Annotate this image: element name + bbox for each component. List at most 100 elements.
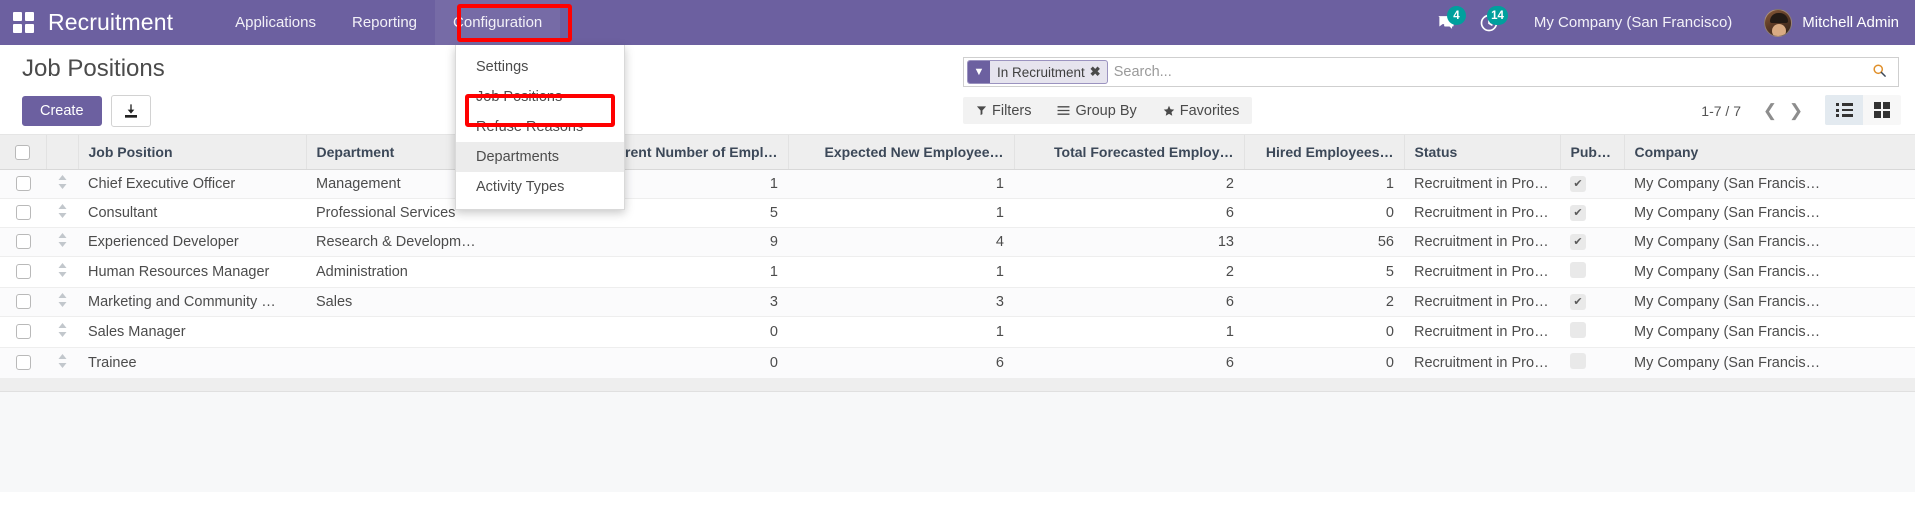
column-header-company[interactable]: Company — [1624, 135, 1915, 170]
cell-total-forecasted-employees: 6 — [1014, 347, 1244, 379]
filters-button[interactable]: Filters — [963, 97, 1044, 124]
cell-published[interactable]: ✔ — [1560, 287, 1624, 317]
chevron-right-icon[interactable]: ❯ — [1783, 98, 1809, 124]
select-all-header[interactable] — [0, 135, 47, 170]
column-header-total-forecasted-employees[interactable]: Total Forecasted Employ… — [1014, 135, 1245, 170]
drag-handle-icon[interactable] — [58, 292, 67, 310]
row-select-cell[interactable] — [0, 287, 46, 317]
row-drag-handle-cell[interactable] — [46, 198, 78, 228]
row-drag-handle-cell[interactable] — [46, 169, 78, 199]
table-row[interactable]: Consultant Professional Services 5 1 6 0 Recru… — [0, 198, 1915, 228]
row-checkbox[interactable] — [15, 355, 31, 371]
row-select-cell[interactable] — [0, 227, 46, 257]
messages-button[interactable]: 4 — [1426, 0, 1468, 45]
drag-handle-icon[interactable] — [58, 203, 67, 221]
cell-published[interactable] — [1560, 256, 1624, 288]
row-drag-handle-cell[interactable] — [46, 347, 78, 379]
table-row[interactable]: Marketing and Community … Sales 3 3 6 2 Recrui… — [0, 287, 1915, 317]
row-select-cell[interactable] — [0, 198, 46, 228]
cell-company: My Company (San Francis… — [1624, 316, 1915, 348]
dropdown-item-activity-types[interactable]: Activity Types — [456, 172, 624, 202]
company-switcher[interactable]: My Company (San Francisco) — [1510, 14, 1750, 31]
create-button[interactable]: Create — [22, 96, 102, 126]
drag-handle-icon[interactable] — [58, 174, 67, 192]
row-checkbox[interactable] — [15, 176, 31, 192]
view-switcher — [1825, 95, 1901, 125]
dropdown-item-departments[interactable]: Departments — [456, 142, 624, 172]
row-drag-handle-cell[interactable] — [46, 256, 78, 288]
dropdown-item-job-positions[interactable]: Job Positions — [456, 82, 624, 112]
column-header-hired-employees[interactable]: Hired Employees… — [1244, 135, 1405, 170]
published-checkbox[interactable] — [1570, 261, 1586, 278]
row-checkbox[interactable] — [15, 264, 31, 280]
cell-job-position: Sales Manager — [78, 316, 306, 348]
apps-grid-icon — [12, 12, 34, 33]
chevron-left-icon[interactable]: ❮ — [1757, 98, 1783, 124]
cell-department — [306, 347, 562, 379]
row-drag-handle-cell[interactable] — [46, 227, 78, 257]
filter-funnel-icon — [976, 106, 987, 116]
column-header-published[interactable]: Publish… — [1560, 135, 1625, 170]
search-input[interactable] — [1107, 64, 1861, 80]
select-all-checkbox[interactable] — [15, 145, 31, 161]
menu-item-reporting[interactable]: Reporting — [334, 0, 435, 45]
menu-item-configuration[interactable]: Configuration — [435, 0, 561, 45]
favorites-label: Favorites — [1179, 102, 1240, 119]
cell-published[interactable] — [1560, 316, 1624, 348]
row-select-cell[interactable] — [0, 169, 46, 199]
row-drag-handle-cell[interactable] — [46, 287, 78, 317]
navbar-right-group: 4 14 My Company (San Francisco) Mitchell… — [1426, 0, 1915, 45]
published-checkbox[interactable]: ✔ — [1570, 204, 1586, 221]
kanban-view-icon[interactable] — [1863, 95, 1901, 125]
cell-published[interactable]: ✔ — [1560, 198, 1624, 228]
cell-company: My Company (San Francis… — [1624, 227, 1915, 257]
drag-handle-icon[interactable] — [58, 353, 67, 371]
row-drag-handle-cell[interactable] — [46, 316, 78, 348]
drag-handle-icon[interactable] — [58, 262, 67, 280]
apps-menu-button[interactable] — [0, 0, 46, 45]
favorites-button[interactable]: Favorites — [1150, 97, 1253, 124]
menu-item-applications[interactable]: Applications — [217, 0, 334, 45]
cell-published[interactable]: ✔ — [1560, 227, 1624, 257]
dropdown-item-refuse-reasons[interactable]: Refuse Reasons — [456, 112, 624, 142]
drag-handle-icon[interactable] — [58, 232, 67, 250]
published-checkbox[interactable]: ✔ — [1570, 293, 1586, 310]
published-checkbox[interactable]: ✔ — [1570, 233, 1586, 250]
table-row[interactable]: Experienced Developer Research & Developm… — [0, 227, 1915, 257]
row-select-cell[interactable] — [0, 256, 46, 288]
search-facet-in-recruitment[interactable]: ▼ In Recruitment ✖ — [967, 60, 1108, 84]
close-x-icon[interactable]: ✖ — [1090, 64, 1107, 80]
cell-total-forecasted-employees: 2 — [1014, 169, 1244, 199]
row-checkbox[interactable] — [15, 294, 31, 310]
row-select-cell[interactable] — [0, 316, 46, 348]
row-checkbox[interactable] — [15, 205, 31, 221]
table-row[interactable]: Human Resources Manager Administration 1 1 2… — [0, 256, 1915, 288]
cell-department — [306, 316, 562, 348]
app-brand-title[interactable]: Recruitment — [46, 9, 183, 36]
published-checkbox[interactable]: ✔ — [1570, 175, 1586, 192]
row-checkbox[interactable] — [15, 324, 31, 340]
column-header-status[interactable]: Status — [1404, 135, 1561, 170]
table-row[interactable]: Chief Executive Officer Management 1 1 2 1 Rec… — [0, 169, 1915, 199]
published-checkbox[interactable] — [1570, 321, 1586, 338]
user-menu[interactable]: Mitchell Admin — [1750, 8, 1899, 37]
search-icon[interactable] — [1861, 63, 1898, 82]
published-checkbox[interactable] — [1570, 352, 1586, 369]
groupby-button[interactable]: Group By — [1044, 97, 1149, 124]
row-checkbox[interactable] — [15, 234, 31, 250]
table-row[interactable]: Sales Manager 0 1 1 0 Recruitment in Progr… My… — [0, 316, 1915, 348]
column-header-job-position[interactable]: Job Position — [78, 135, 307, 170]
dropdown-item-settings[interactable]: Settings — [456, 52, 624, 82]
table-row[interactable]: Trainee 0 6 6 0 Recruitment in Progr… My Compa… — [0, 347, 1915, 379]
column-header-expected-new-employees[interactable]: Expected New Employee… — [788, 135, 1015, 170]
cell-job-position: Human Resources Manager — [78, 256, 306, 288]
action-buttons: Create — [22, 95, 165, 127]
activities-button[interactable]: 14 — [1468, 0, 1510, 45]
row-select-cell[interactable] — [0, 347, 46, 379]
page-background — [0, 391, 1915, 492]
cell-published[interactable]: ✔ — [1560, 169, 1624, 199]
import-button[interactable] — [110, 95, 151, 127]
list-view-icon[interactable] — [1825, 95, 1863, 125]
cell-published[interactable] — [1560, 347, 1624, 379]
drag-handle-icon[interactable] — [58, 322, 67, 340]
